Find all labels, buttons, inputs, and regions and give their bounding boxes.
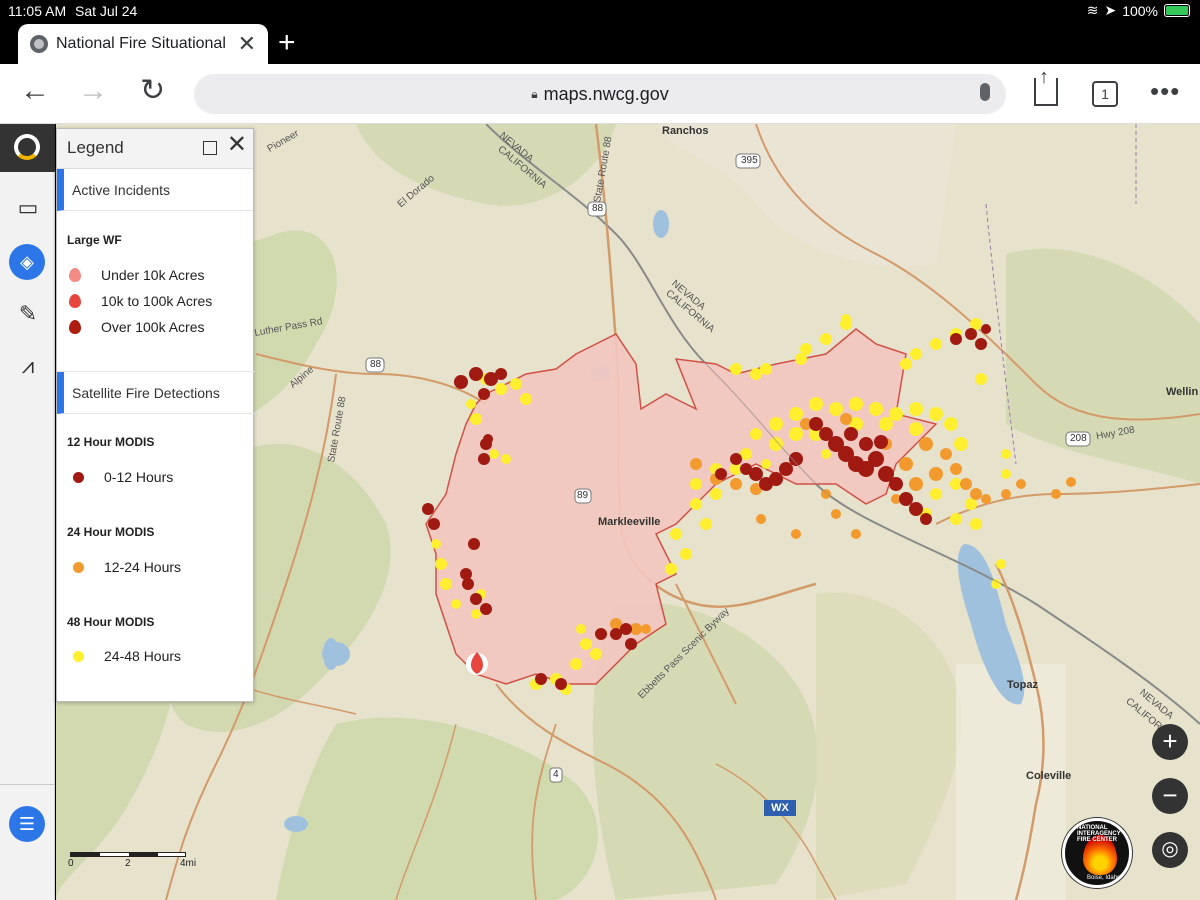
chart-icon[interactable]: ⩘ <box>14 352 42 380</box>
wifi-icon: ≋ <box>1086 2 1099 18</box>
nifc-logo-text: NATIONAL INTERAGENCY FIRE CENTER <box>1077 825 1121 843</box>
left-toolbar: ▭ ◈ ✎ ⩘ ☰ <box>0 124 55 900</box>
more-menu-icon[interactable]: ••• <box>1150 76 1180 107</box>
shield-208: 208 <box>1070 433 1087 444</box>
legend-section-active-label: Active Incidents <box>72 182 171 198</box>
reload-button[interactable]: ↻ <box>140 76 165 106</box>
zoom-in-button[interactable]: + <box>1152 724 1188 760</box>
new-tab-button[interactable]: + <box>278 28 296 58</box>
status-time: 11:05 AM <box>8 3 67 19</box>
status-date: Sat Jul 24 <box>75 3 138 19</box>
flame-dark-icon <box>67 318 83 336</box>
status-bar: 11:05 AM Sat Jul 24 ≋ ➤ 100% <box>0 0 1200 22</box>
shield-88-b: 88 <box>370 359 382 370</box>
browser-tab[interactable]: National Fire Situational ✕ <box>18 24 268 64</box>
close-icon[interactable]: ✕ <box>227 133 247 157</box>
list-icon[interactable]: ☰ <box>9 806 45 842</box>
legend-modis-24: 24 Hour MODIS <box>67 525 155 539</box>
back-button[interactable]: ← <box>20 76 50 106</box>
legend-item-24-48: 24-48 Hours <box>67 648 181 664</box>
legend-modis-12: 12 Hour MODIS <box>67 435 155 449</box>
forward-button[interactable]: → <box>78 76 108 106</box>
legend-panel: Legend ✕ Active Incidents Large WF Under… <box>56 128 255 702</box>
shield-4: 4 <box>553 769 559 780</box>
legend-section-active: Active Incidents <box>57 169 253 211</box>
shield-89: 89 <box>577 490 589 501</box>
legend-item-10k-100k: 10k to 100k Acres <box>67 292 212 310</box>
legend-title: Legend <box>67 138 124 157</box>
scale-label-2: 2 <box>125 858 131 869</box>
globe-icon <box>30 35 48 53</box>
shield-88-a: 88 <box>592 203 604 214</box>
layers-icon[interactable]: ◈ <box>9 244 45 280</box>
legend-item-under-10k: Under 10k Acres <box>67 266 205 284</box>
battery-percent: 100% <box>1122 2 1158 19</box>
map-label-wellington: Wellin <box>1166 386 1199 398</box>
map-label-ranchos: Ranchos <box>662 125 709 137</box>
battery-icon <box>1164 4 1190 17</box>
browser-toolbar: ← → ↻ 🔒︎ maps.nwcg.gov 1 ••• <box>0 64 1200 124</box>
tab-strip: National Fire Situational ✕ + <box>0 22 1200 64</box>
legend-item-0-12: 0-12 Hours <box>67 469 173 485</box>
map-label-markleeville: Markleeville <box>598 516 661 528</box>
legend-item-over-100k: Over 100k Acres <box>67 318 205 336</box>
map-label-coleville: Coleville <box>1026 770 1072 782</box>
dot-orange-icon <box>73 561 84 573</box>
dot-yellow-icon <box>73 650 84 662</box>
legend-header: Legend ✕ <box>57 129 253 169</box>
flame-light-icon <box>67 266 83 284</box>
share-icon[interactable] <box>1034 66 1058 106</box>
rail-divider <box>0 784 55 785</box>
tab-title: National Fire Situational <box>56 35 226 52</box>
shield-395: 395 <box>741 155 758 166</box>
presentation-icon[interactable]: ▭ <box>14 194 42 222</box>
url-text: maps.nwcg.gov <box>543 83 669 104</box>
tab-count-button[interactable]: 1 <box>1092 81 1118 107</box>
map-label-topaz: Topaz <box>1007 679 1038 691</box>
scale-label-4: 4mi <box>180 858 197 869</box>
legend-section-satellite-label: Satellite Fire Detections <box>72 385 220 401</box>
address-bar[interactable]: 🔒︎ maps.nwcg.gov <box>194 74 1006 114</box>
pencil-icon[interactable]: ✎ <box>14 300 42 328</box>
legend-item-12-24: 12-24 Hours <box>67 559 181 575</box>
dot-dark-red-icon <box>73 471 84 483</box>
nifc-logo: NATIONAL INTERAGENCY FIRE CENTER Boise, … <box>1062 818 1132 888</box>
app-logo-icon <box>14 134 40 160</box>
wx-badge[interactable]: WX <box>764 800 796 816</box>
legend-large-wf: Large WF <box>67 233 122 247</box>
nifc-logo-sub: Boise, Idaho <box>1087 875 1121 881</box>
scale-label-0: 0 <box>68 858 74 869</box>
legend-section-satellite: Satellite Fire Detections <box>57 372 255 414</box>
zoom-out-button[interactable]: − <box>1152 778 1188 814</box>
tab-close-icon[interactable]: ✕ <box>238 33 256 55</box>
lock-icon: 🔒︎ <box>531 86 538 101</box>
restore-icon[interactable] <box>203 141 217 155</box>
microphone-icon[interactable] <box>980 83 990 101</box>
locate-button[interactable]: ◎ <box>1152 832 1188 868</box>
location-icon: ➤ <box>1104 2 1117 18</box>
status-indicators: ≋ ➤ 100% <box>1087 2 1190 19</box>
flame-medium-icon <box>67 292 83 310</box>
app-logo[interactable] <box>0 124 55 172</box>
legend-modis-48: 48 Hour MODIS <box>67 615 155 629</box>
